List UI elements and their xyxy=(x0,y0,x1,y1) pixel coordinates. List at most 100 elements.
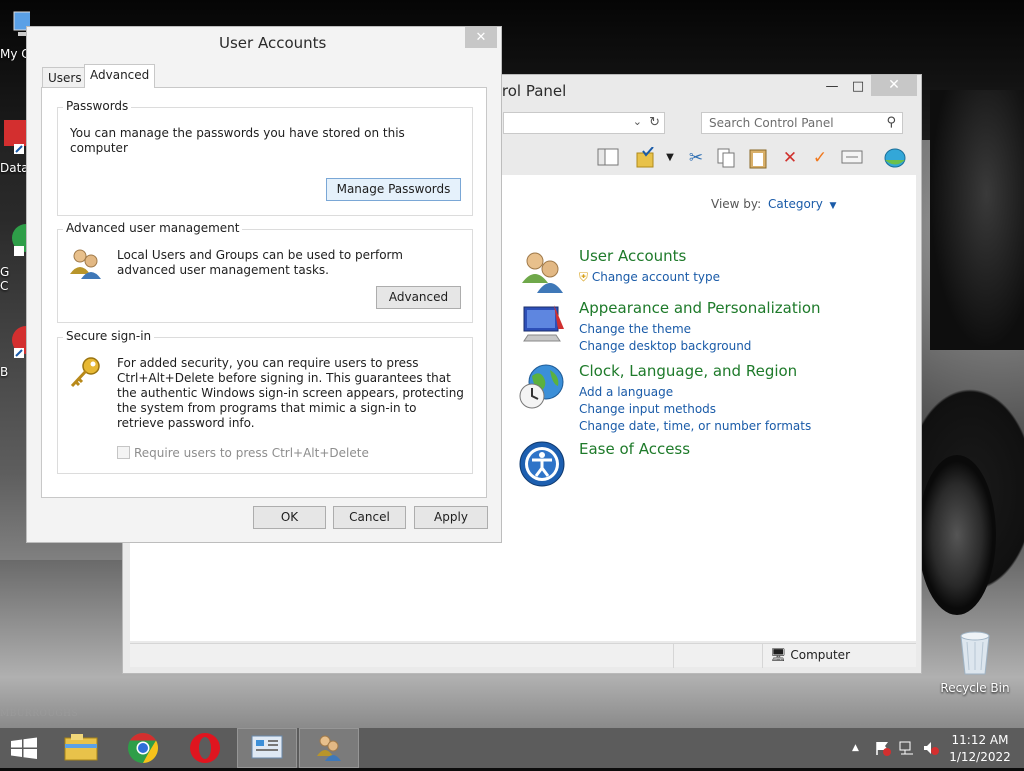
tab-advanced[interactable]: Advanced xyxy=(84,64,156,88)
category-title[interactable]: Ease of Access xyxy=(579,440,690,458)
network-icon[interactable] xyxy=(898,740,916,759)
view-by-value: Category xyxy=(768,197,823,211)
view-by-dropdown[interactable]: Category ▼ xyxy=(768,197,836,211)
apply-button[interactable]: Apply xyxy=(414,506,488,529)
link-change-theme[interactable]: Change the theme xyxy=(579,321,751,338)
user-accounts-icon xyxy=(522,252,563,293)
ok-button[interactable]: OK xyxy=(253,506,326,529)
passwords-description: You can manage the passwords you have st… xyxy=(70,126,405,155)
secure-signin-description: For added security, you can require user… xyxy=(117,356,464,430)
taskbar-opera[interactable] xyxy=(175,728,235,768)
cut-icon[interactable]: ✂ xyxy=(685,147,707,169)
close-icon[interactable]: ✕ xyxy=(871,75,917,96)
address-bar[interactable]: ⌄ ↻ xyxy=(503,112,665,134)
clock-time: 11:12 AM xyxy=(951,733,1009,747)
link-change-desktop-background[interactable]: Change desktop background xyxy=(579,338,751,355)
group-legend: Passwords xyxy=(63,99,132,113)
user-accounts-icon xyxy=(317,735,341,761)
shield-icon: ⛨ xyxy=(579,270,589,284)
desktop-icon-label: Recycle Bin xyxy=(940,681,1010,695)
group-legend: Secure sign-in xyxy=(63,329,155,343)
require-ctrl-alt-delete-checkbox[interactable]: Require users to press Ctrl+Alt+Delete xyxy=(117,446,369,460)
chrome-icon xyxy=(128,733,159,763)
file-explorer-icon xyxy=(64,734,98,761)
desktop-icon-recycle-bin[interactable]: Recycle Bin xyxy=(938,630,1012,695)
wallpaper-foliage xyxy=(930,90,1024,350)
taskbar: ▲ 11:12 AM 1/12/2022 xyxy=(0,728,1024,768)
search-input[interactable]: Search Control Panel ⚲ xyxy=(701,112,903,134)
refresh-icon[interactable]: ↻ xyxy=(649,115,660,130)
dialog-title: User Accounts xyxy=(219,34,327,52)
chevron-down-icon: ▼ xyxy=(826,201,837,211)
clock-globe-icon xyxy=(519,364,564,409)
search-icon[interactable]: ⚲ xyxy=(886,115,896,130)
category-links: Add a language Change input methods Chan… xyxy=(579,384,811,435)
status-location: 🖥 Computer xyxy=(770,648,850,663)
category-title[interactable]: User Accounts xyxy=(579,247,686,265)
layout-pane-icon[interactable] xyxy=(597,147,619,169)
link-add-language[interactable]: Add a language xyxy=(579,384,811,401)
action-center-flag-icon[interactable] xyxy=(874,740,892,759)
group-secure-signin: Secure sign-in For added security, you c… xyxy=(57,329,473,474)
copy-icon[interactable] xyxy=(715,147,737,169)
recycle-bin-icon xyxy=(960,631,990,675)
link-change-date-time-formats[interactable]: Change date, time, or number formats xyxy=(579,418,811,435)
control-panel-icon xyxy=(251,735,283,759)
link-change-input-methods[interactable]: Change input methods xyxy=(579,401,811,418)
checkbox-label: Require users to press Ctrl+Alt+Delete xyxy=(134,446,369,460)
volume-muted-icon[interactable] xyxy=(922,740,940,759)
opera-icon xyxy=(190,733,220,763)
user-accounts-dialog: User Accounts ✕ Users Advanced Passwords… xyxy=(26,26,502,543)
taskbar-chrome[interactable] xyxy=(113,728,173,768)
status-divider xyxy=(673,644,674,668)
folder-check-icon[interactable] xyxy=(635,146,657,169)
computer-icon: 🖥 xyxy=(770,648,787,663)
taskbar-user-accounts[interactable] xyxy=(299,728,359,768)
taskbar-file-explorer[interactable] xyxy=(51,728,111,768)
checkmark-icon[interactable]: ✓ xyxy=(809,147,831,169)
view-by-label: View by: xyxy=(711,197,762,211)
close-icon[interactable]: ✕ xyxy=(465,27,497,48)
paste-icon[interactable] xyxy=(747,147,769,169)
globe-toolbar-icon[interactable] xyxy=(883,147,906,169)
category-links: Change the theme Change desktop backgrou… xyxy=(579,321,751,355)
key-icon xyxy=(70,357,100,388)
manage-passwords-button[interactable]: Manage Passwords xyxy=(326,178,461,201)
checkbox-box[interactable] xyxy=(117,446,130,459)
ease-of-access-icon xyxy=(519,441,565,487)
start-button[interactable] xyxy=(0,728,48,768)
category-title[interactable]: Clock, Language, and Region xyxy=(579,362,797,380)
appearance-icon xyxy=(523,305,564,342)
taskbar-control-panel[interactable] xyxy=(237,728,297,768)
group-legend: Advanced user management xyxy=(63,221,243,235)
tab-panel-advanced: Passwords You can manage the passwords y… xyxy=(41,87,487,498)
cancel-button[interactable]: Cancel xyxy=(333,506,406,529)
link-text: Change account type xyxy=(591,270,721,284)
group-advanced-user-management: Advanced user management Local Users and… xyxy=(57,221,473,323)
category-links: ⛨ Change account type xyxy=(579,269,720,286)
advanced-description: Local Users and Groups can be used to pe… xyxy=(117,248,403,277)
status-divider xyxy=(762,644,763,668)
search-placeholder: Search Control Panel xyxy=(709,116,834,130)
users-group-icon xyxy=(70,249,101,279)
category-title[interactable]: Appearance and Personalization xyxy=(579,299,821,317)
clock-date: 1/12/2022 xyxy=(949,750,1011,764)
window-title: trol Panel xyxy=(496,82,567,100)
properties-icon[interactable] xyxy=(841,147,863,169)
link-change-account-type[interactable]: ⛨ Change account type xyxy=(579,269,720,286)
delete-icon[interactable]: ✕ xyxy=(779,147,801,169)
status-text: Computer xyxy=(790,648,850,662)
show-hidden-icons-icon[interactable]: ▲ xyxy=(852,743,859,753)
dropdown-arrow-icon[interactable]: ▼ xyxy=(659,147,681,169)
status-bar: 🖥 Computer xyxy=(130,643,916,668)
chevron-down-icon[interactable]: ⌄ xyxy=(633,115,642,128)
toolbar: ▼ ✂ ✕ ✓ xyxy=(503,143,915,173)
wallpaper-wheel xyxy=(918,455,996,615)
system-clock[interactable]: 11:12 AM 1/12/2022 xyxy=(948,732,1012,766)
start-icon xyxy=(11,737,37,759)
maximize-icon[interactable]: □ xyxy=(843,77,873,97)
wallpaper-watermark: MBURROUGHS xyxy=(0,709,79,719)
group-passwords: Passwords You can manage the passwords y… xyxy=(57,99,473,216)
advanced-button[interactable]: Advanced xyxy=(376,286,461,309)
tab-users[interactable]: Users xyxy=(42,67,88,87)
